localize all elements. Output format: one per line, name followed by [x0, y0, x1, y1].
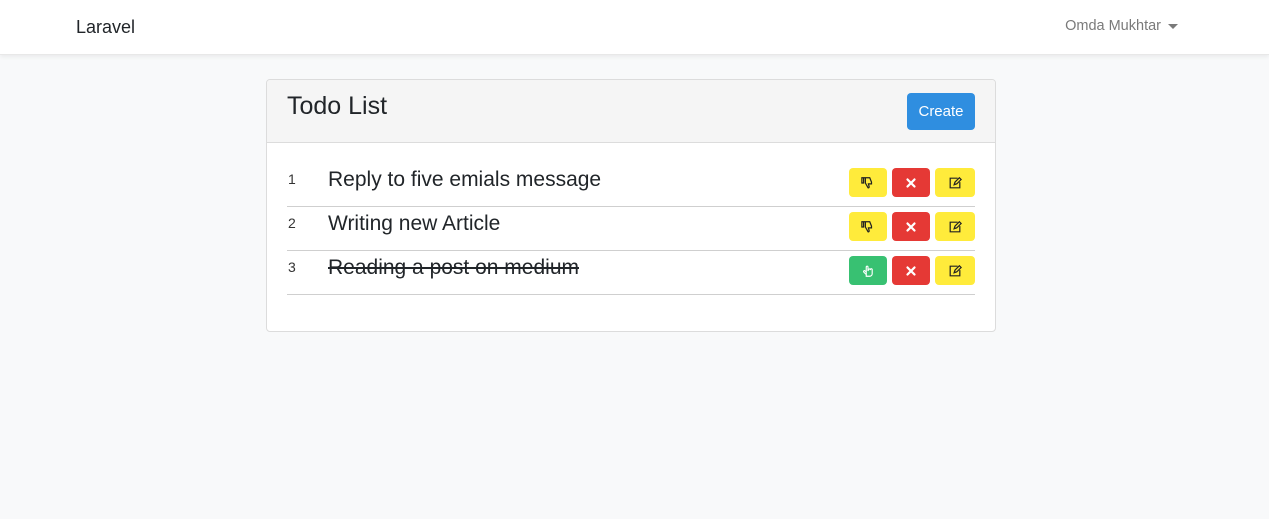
brand-link[interactable]: Laravel — [76, 17, 135, 38]
todo-number: 1 — [288, 171, 296, 187]
caret-down-icon — [1168, 23, 1178, 29]
todo-row: 1 Reply to five emials message — [287, 163, 975, 207]
edit-icon — [949, 176, 962, 188]
close-icon — [906, 265, 916, 276]
edit-icon — [949, 264, 962, 276]
user-dropdown[interactable]: Omda Mukhtar — [1065, 18, 1178, 34]
close-icon — [906, 177, 916, 188]
todo-text: Writing new Article — [328, 212, 501, 235]
edit-icon — [949, 220, 962, 232]
todo-card: Todo List Create 1 Reply to five emials … — [266, 79, 996, 332]
navbar: Laravel Omda Mukhtar — [0, 0, 1269, 55]
delete-button[interactable] — [892, 168, 930, 197]
close-icon — [906, 221, 916, 232]
delete-button[interactable] — [892, 256, 930, 285]
todo-actions — [849, 256, 975, 285]
mark-undone-button[interactable] — [849, 212, 887, 241]
hand-pointer-icon — [863, 265, 873, 277]
todo-number: 2 — [288, 215, 296, 231]
todo-actions — [849, 212, 975, 241]
card-header: Todo List Create — [267, 80, 995, 143]
todo-text: Reply to five emials message — [328, 168, 602, 191]
edit-button[interactable] — [935, 168, 975, 197]
edit-button[interactable] — [935, 256, 975, 285]
todo-number: 3 — [288, 259, 296, 275]
todo-row: 2 Writing new Article — [287, 207, 975, 251]
todo-text: Reading a post on medium — [328, 256, 579, 279]
todo-actions — [849, 168, 975, 197]
delete-button[interactable] — [892, 212, 930, 241]
mark-done-button[interactable] — [849, 256, 887, 285]
todo-row: 3 Reading a post on medium — [287, 251, 975, 295]
page-title: Todo List — [287, 92, 388, 120]
mark-undone-button[interactable] — [849, 168, 887, 197]
thumbs-down-icon — [861, 176, 873, 188]
create-button[interactable]: Create — [907, 93, 975, 130]
user-name: Omda Mukhtar — [1065, 18, 1161, 34]
edit-button[interactable] — [935, 212, 975, 241]
thumbs-down-icon — [861, 220, 873, 232]
